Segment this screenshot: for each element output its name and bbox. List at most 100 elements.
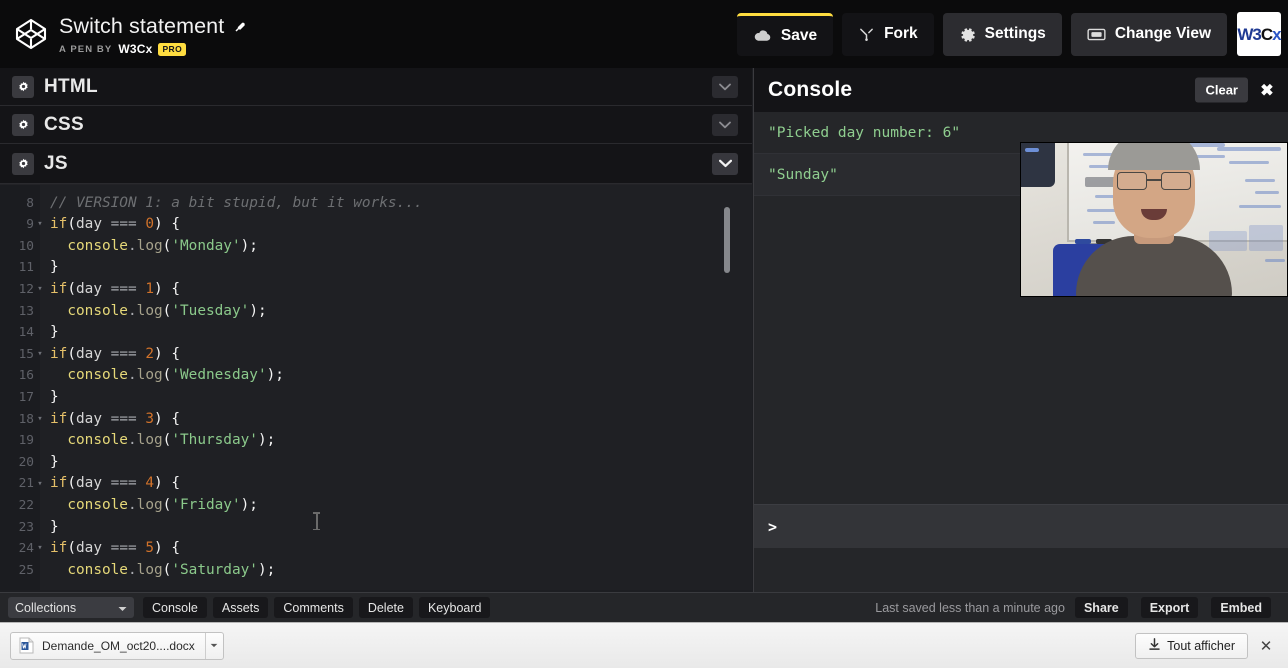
code-text: if(day === 3) { [50,410,180,427]
line-number: 11 [18,260,34,276]
html-settings-gear-icon[interactable] [12,75,34,98]
js-settings-gear-icon[interactable] [12,152,34,175]
panel-header-js[interactable]: JS [0,144,752,184]
chevron-down-icon-css[interactable] [712,113,738,136]
page-title[interactable]: Switch statement [59,14,224,39]
footer-right-group: Last saved less than a minute ago Share … [875,597,1280,618]
code-line[interactable]: 22 console.log('Friday'); [0,495,752,517]
code-line[interactable]: 13 console.log('Tuesday'); [0,301,752,323]
webcam-device [1021,143,1055,187]
line-number: 14 [18,325,34,341]
prompt-caret-icon: > [768,517,778,536]
code-line[interactable]: 15 ▾ if(day === 2) { [0,344,752,366]
settings-label: Settings [984,25,1046,42]
line-number: 22 [18,497,34,513]
webcam-person-glasses [1117,172,1191,190]
byline-author[interactable]: W3Cx [118,42,152,56]
chevron-down-icon-js[interactable] [712,152,738,175]
footer-button-delete[interactable]: Delete [358,597,413,618]
close-icon[interactable]: ✖ [1254,78,1280,102]
line-number: 9 [26,217,34,233]
show-all-label: Tout afficher [1167,638,1235,653]
last-saved-status: Last saved less than a minute ago [875,600,1065,615]
code-line[interactable]: 7 [0,185,752,193]
code-line[interactable]: 16 console.log('Wednesday'); [0,365,752,387]
code-line[interactable]: 8 // VERSION 1: a bit stupid, but it work… [0,193,752,215]
footer-button-console[interactable]: Console [143,597,207,618]
app-header: Switch statement A PEN BY W3Cx PRO Save … [0,0,1288,68]
code-line[interactable]: 20} [0,452,752,474]
css-settings-gear-icon[interactable] [12,113,34,136]
code-text: // VERSION 1: a bit stupid, but it works… [50,194,423,211]
code-text: if(day === 4) { [50,475,180,492]
footer-button-assets[interactable]: Assets [212,597,269,618]
code-fold-icon[interactable]: ▾ [34,220,46,229]
fork-button[interactable]: Fork [842,12,934,56]
code-line[interactable]: 11} [0,257,752,279]
code-line[interactable]: 10 console.log('Monday'); [0,236,752,258]
code-text: console.log('Saturday'); [67,561,276,578]
code-line[interactable]: 25 console.log('Saturday'); [0,560,752,582]
settings-button[interactable]: Settings [942,12,1062,56]
js-code-editor[interactable]: 7 8 // VERSION 1: a bit stupid, but it wor… [0,184,752,590]
footer-button-keyboard[interactable]: Keyboard [418,597,491,618]
download-menu-chevron-down-icon[interactable] [204,632,223,659]
embed-button[interactable]: Embed [1211,597,1271,618]
code-text: console.log('Friday'); [67,496,258,513]
download-item[interactable]: Demande_OM_oct20....docx [10,631,224,660]
console-input-prompt[interactable]: > [754,504,1288,548]
export-button[interactable]: Export [1140,597,1199,618]
download-bar-right: Tout afficher ✕ [1135,632,1278,659]
code-fold-icon[interactable]: ▾ [34,285,46,294]
code-line[interactable]: 24 ▾ if(day === 5) { [0,538,752,560]
code-text: if(day === 0) { [50,216,180,233]
save-label: Save [780,26,818,44]
pro-badge: PRO [158,42,187,56]
show-all-downloads-button[interactable]: Tout afficher [1135,632,1248,659]
editor-scrollbar-thumb[interactable] [724,207,730,273]
code-line[interactable]: 21 ▾ if(day === 4) { [0,473,752,495]
code-line[interactable]: 17} [0,387,752,409]
collections-dropdown[interactable]: Collections [8,597,134,618]
code-fold-icon[interactable]: ▾ [34,479,46,489]
code-text: } [50,388,59,405]
line-number: 15 [18,346,34,362]
code-text: console.log('Tuesday'); [67,302,267,319]
console-log-text: "Picked day number: 6" [768,124,961,141]
code-line[interactable]: 23} [0,517,752,539]
byline-prefix: A PEN BY [59,43,113,55]
pen-title-block: Switch statement A PEN BY W3Cx PRO [59,12,248,56]
layout-icon [1087,28,1106,41]
fork-icon [858,27,875,42]
code-fold-icon[interactable]: ▾ [34,544,46,553]
code-line[interactable]: 14} [0,322,752,344]
code-line[interactable]: 19 console.log('Thursday'); [0,430,752,452]
save-button[interactable]: Save [736,12,834,56]
code-text: console.log('Monday'); [67,237,258,254]
panel-header-html[interactable]: HTML [0,68,752,106]
line-number: 8 [26,195,34,211]
w3cx-account-button[interactable]: W3Cx [1237,12,1282,56]
console-header-actions: Clear ✖ [1195,77,1280,103]
change-view-label: Change View [1114,25,1211,42]
w3cx-logo-part2: C [1260,24,1273,44]
pin-icon[interactable] [233,19,248,34]
footer-button-comments[interactable]: Comments [274,597,353,618]
webcam-video-overlay[interactable] [1020,142,1288,297]
code-text: } [50,453,59,470]
line-number: 16 [18,368,34,384]
change-view-button[interactable]: Change View [1070,12,1227,56]
close-icon[interactable]: ✕ [1254,634,1278,658]
footer-bar: Collections Console Assets Comments Dele… [0,592,1288,622]
cloud-icon [753,29,772,42]
clear-console-button[interactable]: Clear [1195,77,1248,103]
share-button[interactable]: Share [1074,597,1128,618]
code-fold-icon[interactable]: ▾ [34,414,46,424]
chevron-down-icon-html[interactable] [712,75,738,98]
editor-scrollbar-track[interactable] [724,185,742,590]
code-line[interactable]: 12 ▾ if(day === 1) { [0,279,752,301]
panel-header-css[interactable]: CSS [0,106,752,144]
code-line[interactable]: 18 ▾ if(day === 3) { [0,409,752,431]
code-line[interactable]: 9 ▾ if(day === 0) { [0,214,752,236]
code-fold-icon[interactable]: ▾ [34,350,46,359]
